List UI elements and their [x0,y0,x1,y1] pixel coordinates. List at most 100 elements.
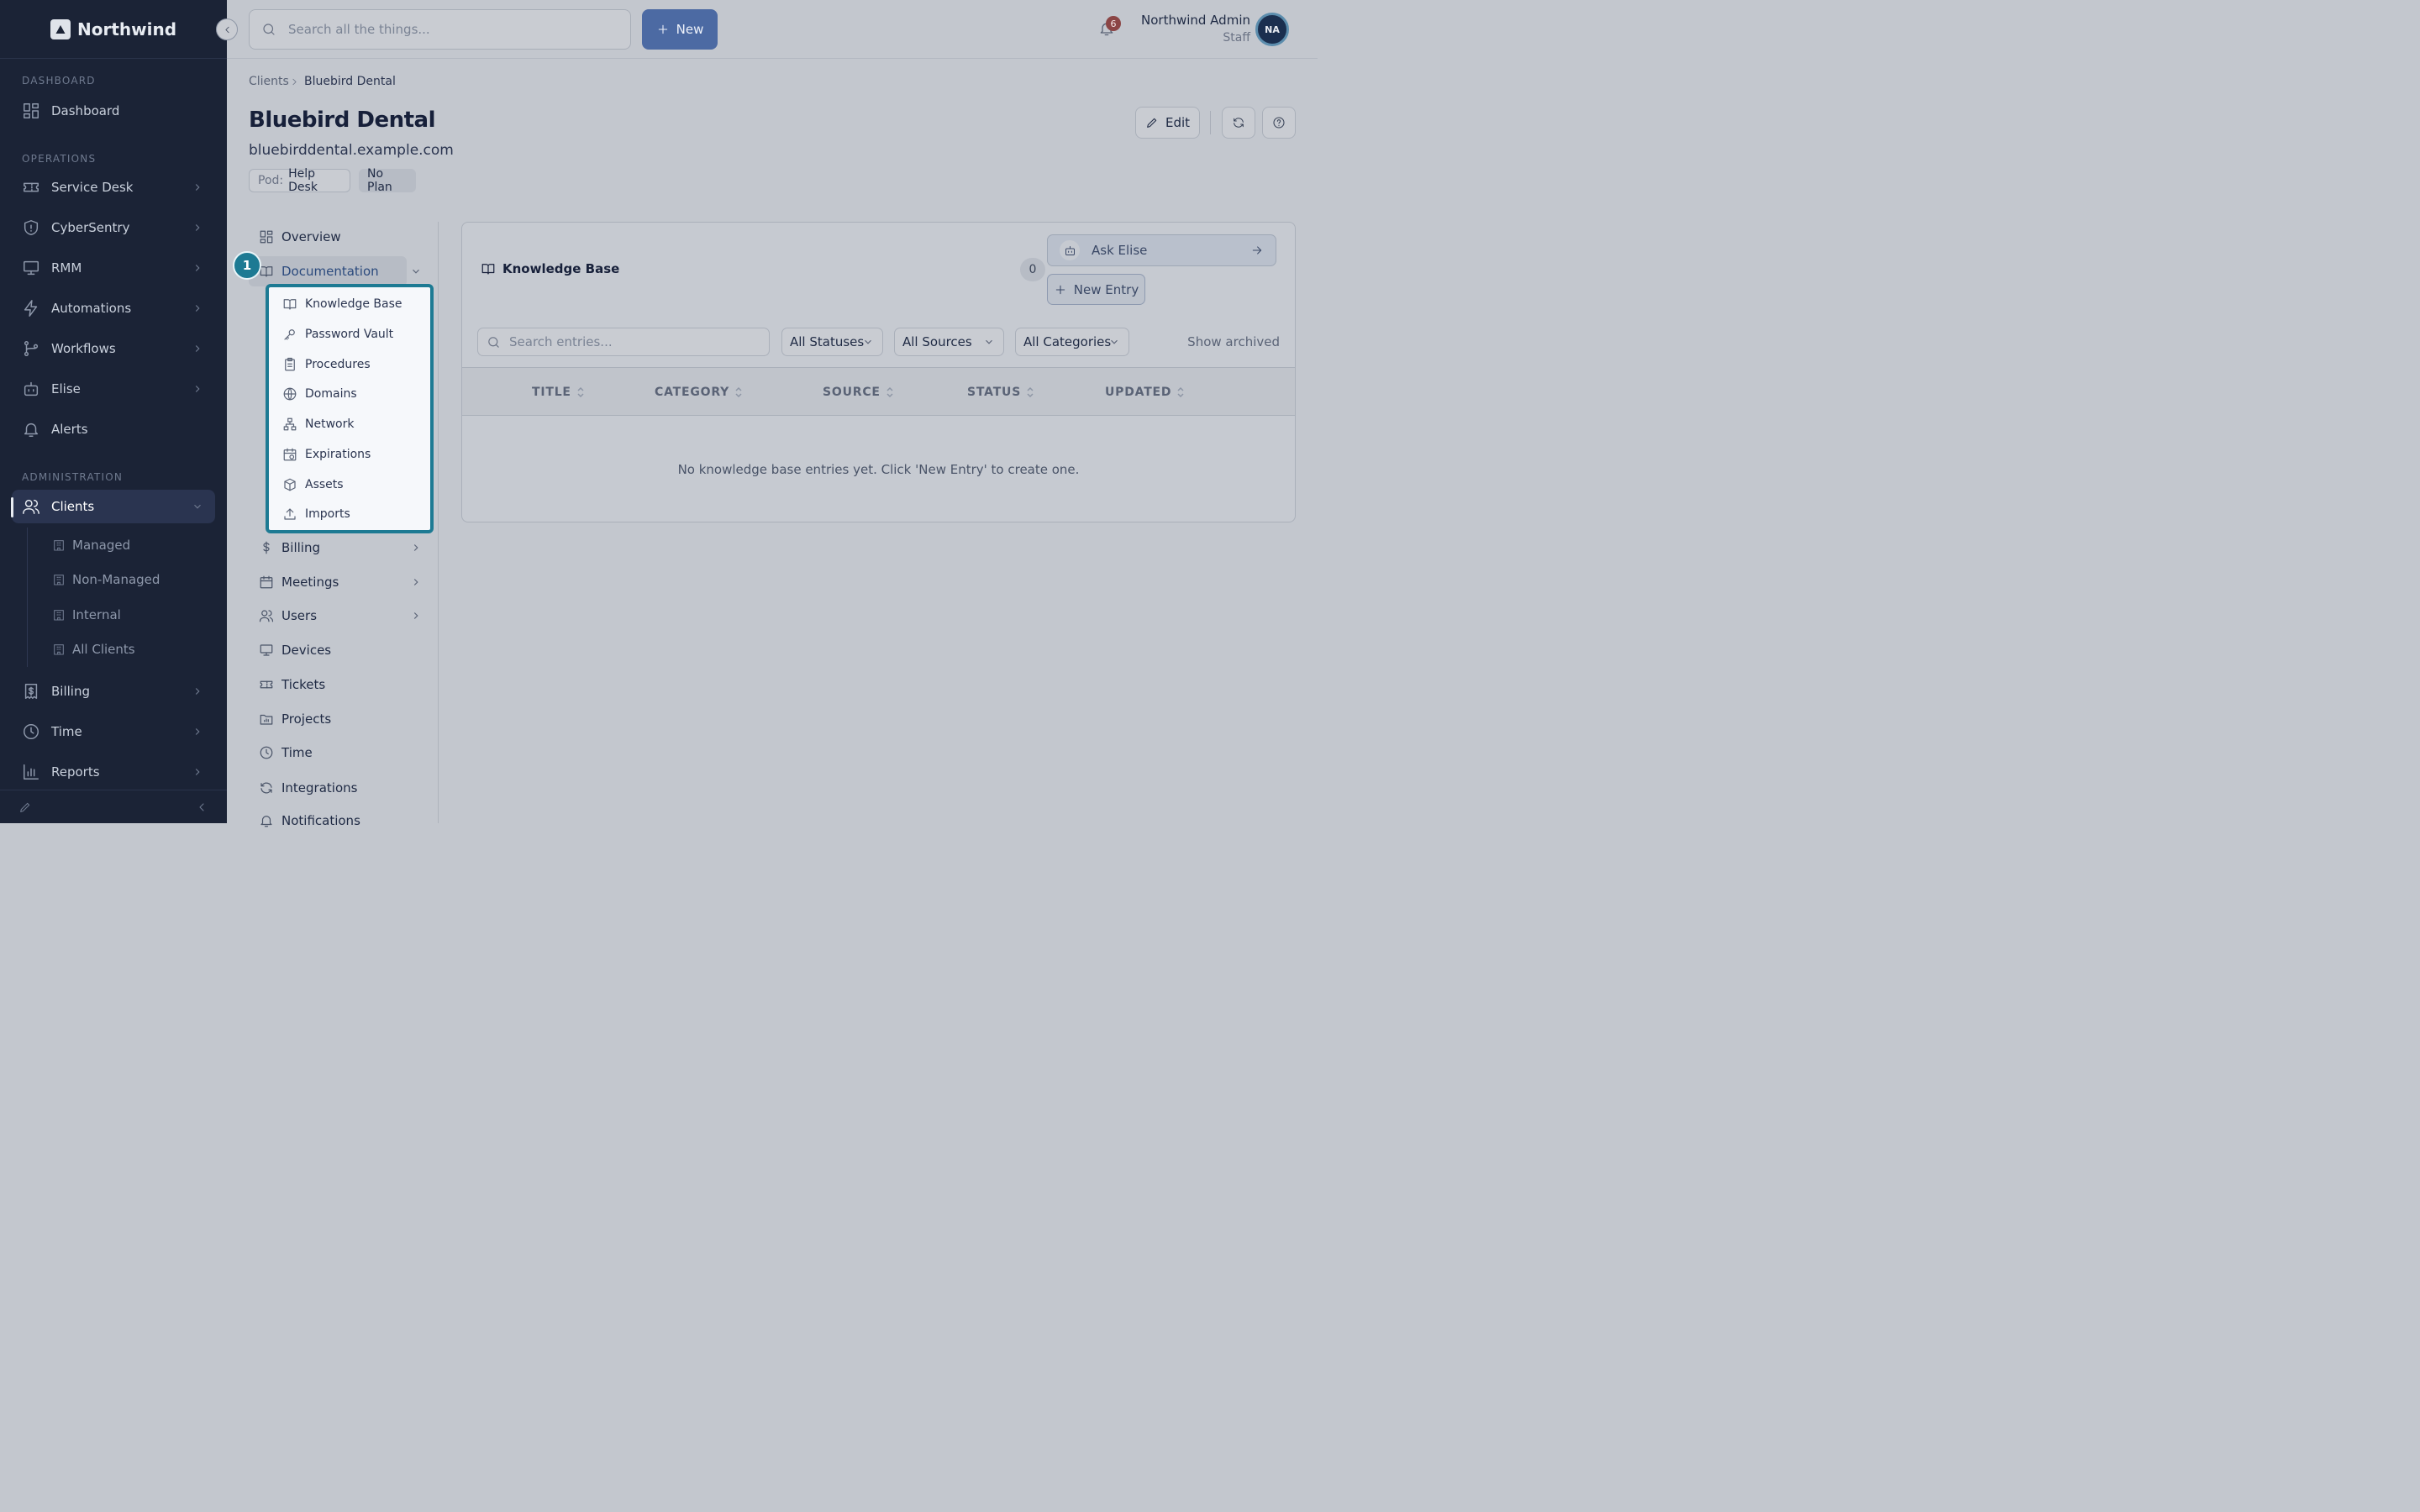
sidebar-item-label: Reports [51,764,100,780]
submenu-domains[interactable]: Domains [282,382,357,406]
subtree-line [27,528,28,667]
clipboard-icon [285,357,295,371]
status-filter-select[interactable]: All Statuses [781,328,883,356]
submenu-procedures[interactable]: Procedures [282,353,371,376]
docnav-label: Projects [281,711,332,727]
docnav-label: Users [281,608,318,623]
help-button[interactable] [1262,107,1296,139]
docnav-tickets[interactable]: Tickets [259,672,427,697]
sidebar-item-dashboard[interactable]: Dashboard [12,94,215,128]
sidebar-subitem-managed[interactable]: Managed [52,533,130,558]
sidebar: Northwind DASHBOARD Dashboard OPERATIONS… [0,0,227,823]
clock-icon [24,724,39,739]
column-updated[interactable]: UPDATED [1105,386,1185,399]
chevron-right-icon [195,305,200,312]
column-title[interactable]: TITLE [532,386,585,399]
sidebar-item-rmm[interactable]: RMM [12,251,215,285]
sidebar-item-label: Billing [51,684,90,699]
docnav-users[interactable]: Users [259,603,427,628]
docnav-label: Overview [281,229,341,244]
sidebar-item-label: Workflows [51,341,116,356]
building-icon [54,540,64,551]
empty-state-message: No knowledge base entries yet. Click 'Ne… [677,462,1080,477]
global-search-input[interactable]: Search all the things... [249,9,631,50]
chevron-left-icon[interactable] [195,801,208,814]
sidebar-item-cybersentry[interactable]: CyberSentry [12,211,215,244]
sidebar-item-label: Alerts [51,422,88,437]
submenu-network[interactable]: Network [282,412,354,436]
docnav-divider [438,222,439,823]
submenu-knowledge-base[interactable]: Knowledge Base [282,292,402,316]
sidebar-subitem-label: All Clients [72,642,135,657]
sidebar-item-billing[interactable]: Billing [12,675,215,708]
sidebar-item-automations[interactable]: Automations [12,291,215,325]
submenu-password-vault[interactable]: Password Vault [282,323,393,346]
breadcrumb-clients[interactable]: Clients [249,75,289,88]
submenu-label: Assets [305,478,344,491]
submenu-assets[interactable]: Assets [282,473,344,496]
step-marker: 1 [233,251,261,280]
new-button-label: New [676,22,704,37]
sidebar-item-service-desk[interactable]: Service Desk [12,171,215,204]
sort-icon [577,386,584,398]
category-filter-select[interactable]: All Categories [1015,328,1129,356]
sidebar-item-reports[interactable]: Reports [12,755,215,789]
submenu-expirations[interactable]: Expirations [282,443,371,466]
edit-button[interactable]: Edit [1135,107,1200,139]
shield-icon [24,220,39,235]
sidebar-collapse-button[interactable] [216,18,238,40]
refresh-icon [1234,118,1244,128]
source-filter-select[interactable]: All Sources [894,328,1004,356]
sidebar-footer [0,790,227,823]
user-role: Staff [1223,31,1250,45]
sidebar-item-elise[interactable]: Elise [12,372,215,406]
submenu-label: Knowledge Base [305,297,402,311]
sidebar-subitem-internal[interactable]: Internal [52,602,121,627]
sort-icon [1027,386,1034,398]
column-category[interactable]: CATEGORY [655,386,743,399]
refresh-button[interactable] [1222,107,1255,139]
show-archived-toggle[interactable]: Show archived [1187,334,1280,349]
sidebar-item-label: Clients [51,499,95,514]
docnav-integrations[interactable]: Integrations [259,775,427,801]
upload-icon [284,508,296,520]
ask-elise-button[interactable]: Ask Elise [1047,234,1276,266]
topbar: Search all the things... New 6 Northwind… [227,0,1318,59]
docnav-documentation[interactable]: Documentation [259,259,427,284]
receipt-icon [24,684,38,699]
avatar[interactable]: NA [1255,13,1289,46]
brand[interactable]: Northwind [0,0,227,59]
column-source[interactable]: SOURCE [823,386,894,399]
ticket-icon [260,680,273,689]
header-divider [1210,111,1211,134]
submenu-imports[interactable]: Imports [282,502,350,526]
new-entry-button[interactable]: New Entry [1047,274,1145,305]
submenu-label: Domains [305,387,357,401]
new-button[interactable]: New [642,9,718,50]
docnav-devices[interactable]: Devices [259,638,427,663]
sidebar-subitem-all-clients[interactable]: All Clients [52,637,135,662]
globe-icon [283,387,297,401]
sidebar-item-clients[interactable]: Clients [12,490,215,523]
column-label: SOURCE [823,386,881,399]
sidebar-subitem-non-managed[interactable]: Non-Managed [52,567,160,592]
docnav-notifications[interactable]: Notifications [259,808,427,833]
sidebar-item-alerts[interactable]: Alerts [12,412,215,446]
docnav-meetings[interactable]: Meetings [259,570,427,595]
plus-icon [658,24,667,34]
docnav-label: Integrations [281,780,358,795]
entries-search-input[interactable]: Search entries... [477,328,770,356]
search-placeholder: Search all the things... [288,22,430,37]
column-status[interactable]: STATUS [967,386,1034,399]
column-label: TITLE [532,386,571,399]
chart-icon [24,764,39,780]
docnav-billing[interactable]: Billing [259,535,427,560]
sidebar-item-time[interactable]: Time [12,715,215,748]
docnav-overview[interactable]: Overview [259,224,427,249]
breadcrumb-current: Bluebird Dental [304,75,396,88]
clock-icon [260,746,273,759]
sidebar-item-workflows[interactable]: Workflows [12,332,215,365]
docnav-time[interactable]: Time [259,740,427,765]
docnav-projects[interactable]: Projects [259,706,427,732]
pencil-icon[interactable] [18,801,32,814]
